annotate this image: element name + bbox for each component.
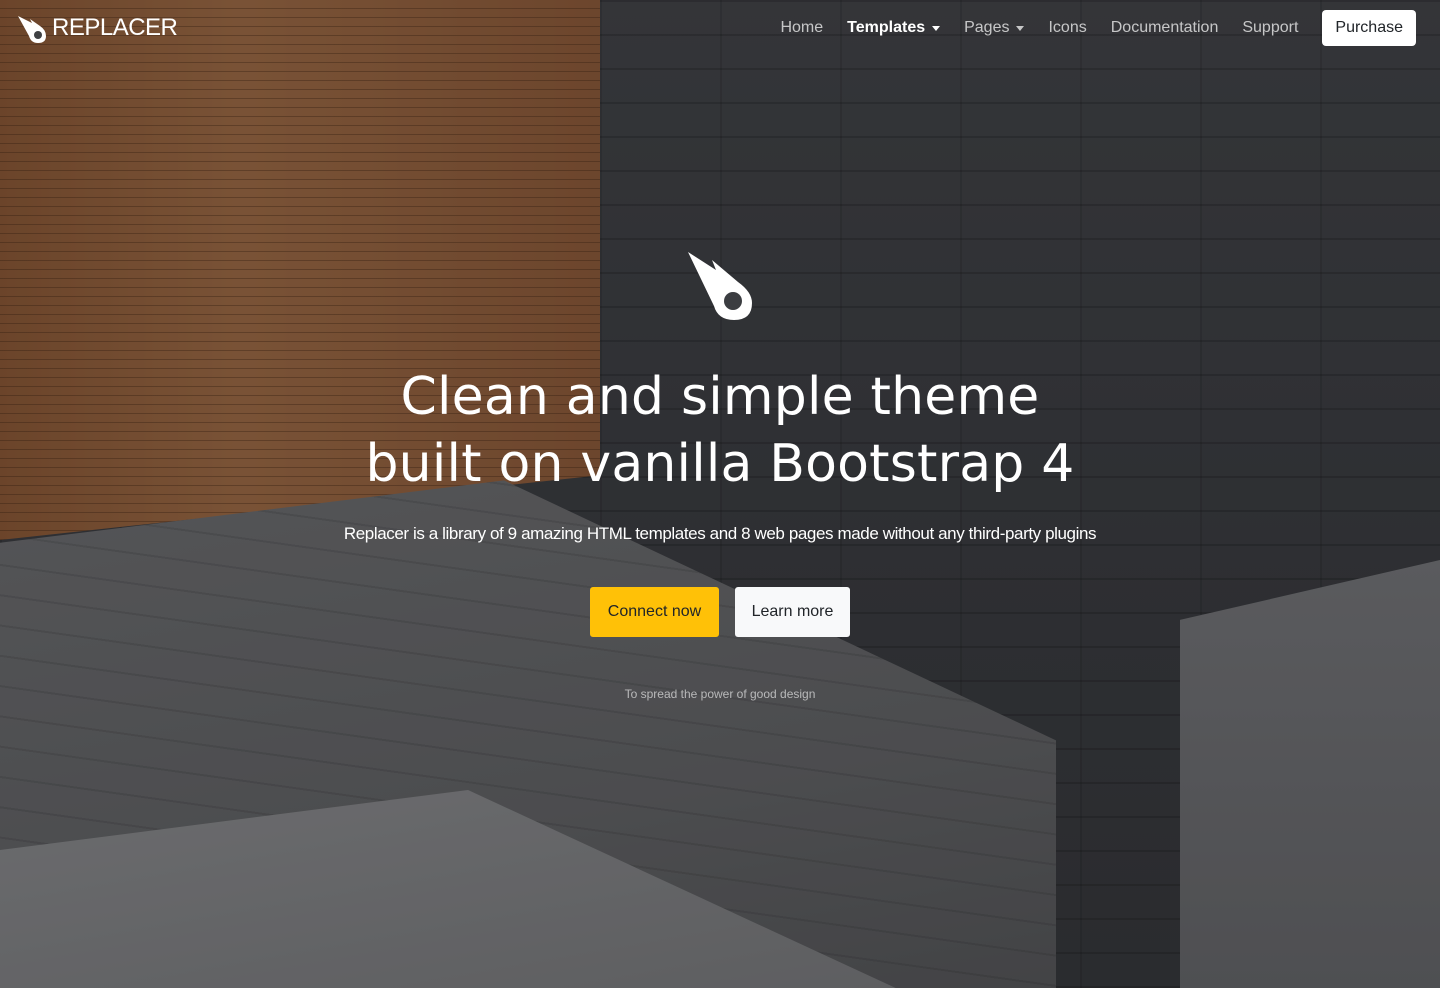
hero-title-line-1: Clean and simple theme (400, 367, 1040, 427)
connect-now-button[interactable]: Connect now (590, 587, 719, 637)
hero-actions: Connect now Learn more (590, 587, 850, 637)
hero-lead-text: Replacer is a library of 9 amazing HTML … (343, 524, 1097, 543)
hero-section: Clean and simple theme built on vanilla … (0, 0, 1440, 988)
comet-icon (688, 252, 752, 320)
hero-title-line-2: built on vanilla Bootstrap 4 (365, 434, 1075, 494)
hero-title: Clean and simple theme built on vanilla … (365, 364, 1074, 498)
learn-more-button[interactable]: Learn more (735, 587, 850, 637)
hero-tagline: To spread the power of good design (624, 687, 816, 701)
